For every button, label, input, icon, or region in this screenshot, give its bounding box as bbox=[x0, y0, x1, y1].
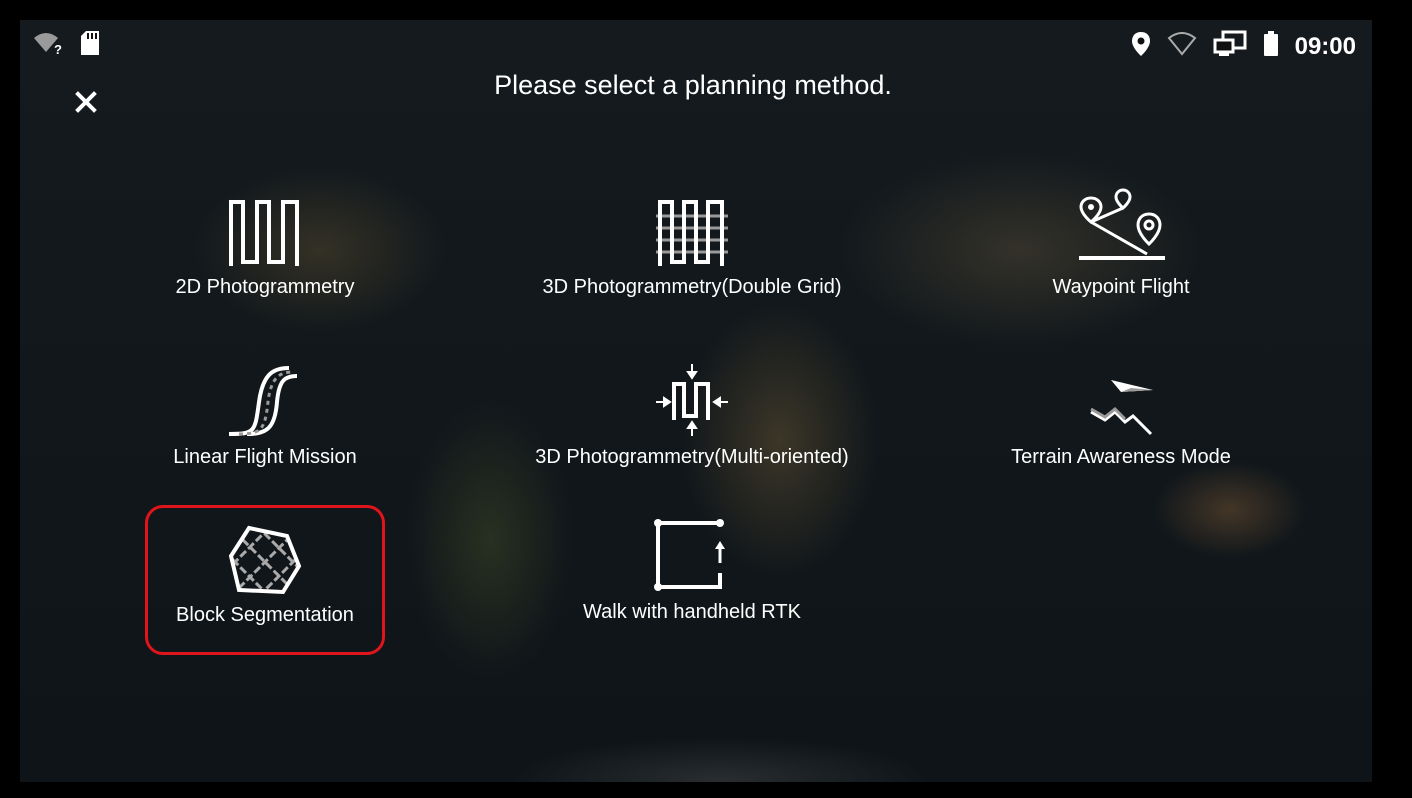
sd-card-icon bbox=[80, 30, 100, 61]
svg-text:?: ? bbox=[54, 42, 62, 56]
dialog-title: Please select a planning method. bbox=[494, 70, 892, 100]
battery-icon bbox=[1263, 31, 1279, 62]
option-label: Block Segmentation bbox=[176, 604, 354, 626]
option-block-segmentation[interactable]: Block Segmentation bbox=[145, 505, 385, 655]
option-label: 3D Photogrammetry(Double Grid) bbox=[542, 276, 842, 298]
screen-cast-icon bbox=[1213, 30, 1247, 63]
option-label: Waypoint Flight bbox=[1052, 276, 1190, 298]
option-walk-with-handheld-rtk[interactable]: Walk with handheld RTK bbox=[572, 505, 812, 655]
option-2d-photogrammetry[interactable]: 2D Photogrammetry bbox=[145, 172, 385, 322]
wifi-icon bbox=[1167, 32, 1197, 61]
option-linear-flight-mission[interactable]: Linear Flight Mission bbox=[145, 342, 385, 492]
linear-flight-icon bbox=[225, 342, 305, 438]
double-grid-icon bbox=[654, 172, 730, 268]
clock: 09:00 bbox=[1294, 32, 1356, 60]
multi-oriented-icon bbox=[652, 342, 732, 438]
option-waypoint-flight[interactable]: Waypoint Flight bbox=[1001, 172, 1241, 322]
option-3d-double-grid[interactable]: 3D Photogrammetry(Double Grid) bbox=[543, 172, 842, 322]
status-bar-right: 09:00 bbox=[1131, 30, 1356, 63]
option-terrain-awareness-mode[interactable]: Terrain Awareness Mode bbox=[1001, 342, 1241, 492]
location-icon bbox=[1131, 31, 1151, 62]
waypoint-icon bbox=[1073, 172, 1169, 268]
option-label: Linear Flight Mission bbox=[173, 446, 357, 468]
status-bar-left: ? bbox=[32, 30, 100, 61]
wifi-unknown-icon: ? bbox=[32, 30, 68, 61]
2d-photogrammetry-icon bbox=[229, 172, 301, 268]
terrain-awareness-icon bbox=[1081, 342, 1161, 438]
handheld-rtk-icon bbox=[654, 505, 730, 593]
option-label: 3D Photogrammetry(Multi-oriented) bbox=[535, 446, 849, 468]
option-3d-multi-oriented[interactable]: 3D Photogrammetry(Multi-oriented) bbox=[535, 342, 849, 492]
block-segmentation-icon bbox=[227, 508, 303, 596]
option-label: 2D Photogrammetry bbox=[175, 276, 355, 298]
option-label: Terrain Awareness Mode bbox=[1011, 446, 1231, 468]
option-label: Walk with handheld RTK bbox=[583, 601, 801, 623]
